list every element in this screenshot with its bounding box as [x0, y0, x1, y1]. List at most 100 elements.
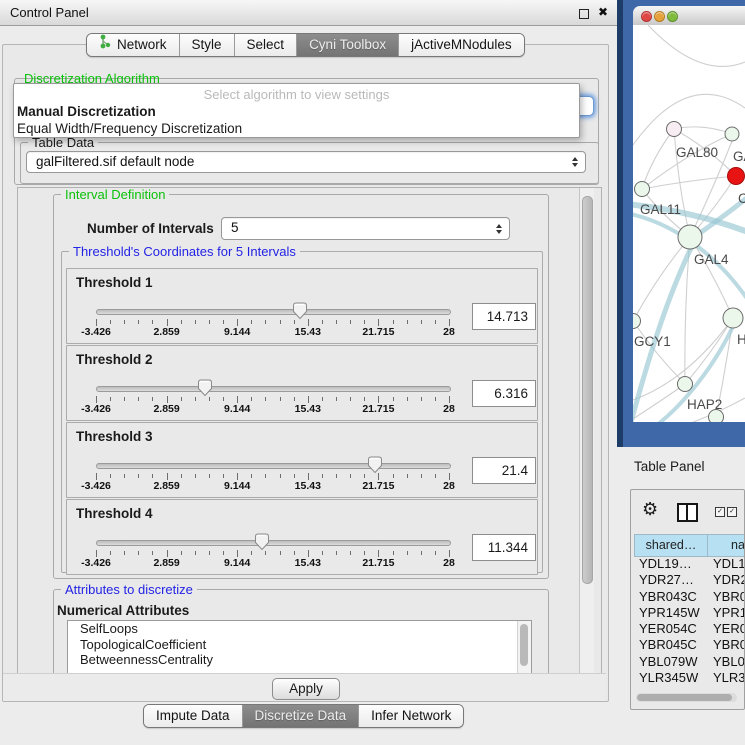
node-label: GAL11: [640, 202, 681, 217]
node-label: C: [738, 191, 745, 206]
slider-tick: [124, 551, 125, 555]
slider-tick: [378, 319, 379, 326]
slider-tick: [209, 551, 210, 555]
threshold-value-field[interactable]: 6.316: [472, 380, 536, 407]
slider-tick: [209, 320, 210, 324]
minimize-light[interactable]: [654, 11, 665, 22]
table-row[interactable]: YBL079WYBL0: [634, 654, 745, 670]
table-row[interactable]: YDL19…YDL1: [634, 556, 745, 572]
slider-tick: [322, 551, 323, 555]
slider-track[interactable]: [96, 540, 451, 546]
table-row[interactable]: YPR145WYPR1: [634, 605, 745, 621]
columns-icon[interactable]: [677, 503, 698, 522]
table-row[interactable]: YIL052CYIL0: [634, 686, 745, 689]
slider-tick-label: 15.43: [295, 326, 321, 338]
table-row[interactable]: YLR345WYLR3: [634, 670, 745, 686]
node-gal80[interactable]: [667, 122, 682, 137]
slider-tick: [110, 551, 111, 555]
node-hap2[interactable]: [678, 377, 693, 392]
slider-tick: [237, 396, 238, 403]
attribute-item[interactable]: BetweennessCentrality: [68, 652, 531, 668]
slider-tick: [364, 320, 365, 324]
slider-tick-label: 21.715: [362, 326, 394, 338]
slider-tick: [251, 474, 252, 478]
attribute-item[interactable]: SelfLoops: [68, 621, 531, 637]
number-of-intervals-combo[interactable]: 5: [221, 217, 510, 240]
slider-tick: [167, 550, 168, 557]
slider-tick: [181, 474, 182, 478]
float-window-icon[interactable]: [579, 9, 589, 19]
slider-handle[interactable]: [197, 379, 213, 400]
algorithm-option-2[interactable]: Equal Width/Frequency Discretization: [17, 120, 242, 137]
settings-vertical-scrollbar[interactable]: [579, 188, 594, 674]
select-columns-checkboxes-icon[interactable]: ✓✓: [715, 507, 737, 517]
slider-tick: [421, 551, 422, 555]
slider-tick: [96, 550, 97, 557]
slider-tick: [223, 551, 224, 555]
control-panel: Control Panel ✖ NetworkStyleSelectCyni T…: [0, 0, 617, 745]
slider-tick-label: 21.715: [362, 480, 394, 492]
tab-jactivemnodules[interactable]: jActiveMNodules: [398, 34, 524, 56]
close-icon[interactable]: ✖: [598, 4, 608, 21]
algorithm-option-1[interactable]: Manual Discretization: [17, 103, 156, 120]
numerical-attributes-list[interactable]: SelfLoopsTopologicalCoefficientBetweenne…: [67, 620, 532, 675]
tab-impute-data[interactable]: Impute Data: [144, 705, 242, 727]
slider-tick-label: 21.715: [362, 557, 394, 569]
attributes-list-scrollbar[interactable]: [517, 621, 531, 675]
table-data-combo[interactable]: galFiltered.sif default node: [26, 151, 586, 173]
table-row[interactable]: YBR045CYBR0: [634, 637, 745, 653]
splitter-edge[interactable]: [617, 0, 623, 447]
slider-handle[interactable]: [367, 456, 383, 477]
tab-style[interactable]: Style: [179, 34, 234, 56]
network-edge: [642, 129, 674, 189]
slider-tick: [265, 474, 266, 478]
slider-tick: [322, 320, 323, 324]
column-header-shared-name[interactable]: shared…: [634, 534, 708, 557]
tab-select[interactable]: Select: [234, 34, 297, 56]
slider-handle[interactable]: [292, 302, 308, 323]
thresholds-group-title: Threshold's Coordinates for 5 Intervals: [69, 244, 300, 259]
threshold-value-field[interactable]: 21.4: [472, 457, 536, 484]
number-of-intervals-value: 5: [231, 220, 239, 235]
table-row[interactable]: YBR043CYBR0: [634, 589, 745, 605]
table-row[interactable]: YER054CYER0: [634, 621, 745, 637]
apply-button[interactable]: Apply: [272, 678, 340, 700]
zoom-light[interactable]: [667, 11, 678, 22]
slider-tick: [138, 551, 139, 555]
node-gcy1[interactable]: [633, 314, 641, 329]
node-gal4[interactable]: [678, 225, 702, 249]
threshold-value-field[interactable]: 11.344: [472, 534, 536, 561]
slider-tick: [237, 319, 238, 326]
attribute-item[interactable]: TopologicalCoefficient: [68, 637, 531, 653]
number-of-intervals-label: Number of Intervals: [87, 221, 214, 236]
threshold-label: Threshold 4: [76, 506, 153, 521]
slider-tick: [138, 320, 139, 324]
cell-shared-name: YER054C: [639, 621, 697, 637]
slider-tick: [251, 397, 252, 401]
top-tab-strip: NetworkStyleSelectCyni ToolboxjActiveMNo…: [86, 33, 525, 57]
node-red-selected[interactable]: [728, 168, 745, 185]
column-header-name[interactable]: na: [707, 534, 745, 557]
gear-icon[interactable]: ⚙: [642, 499, 658, 520]
tab-infer-network[interactable]: Infer Network: [358, 705, 463, 727]
node-h[interactable]: [723, 308, 743, 328]
tab-network[interactable]: Network: [87, 34, 179, 56]
slider-track[interactable]: [96, 309, 451, 315]
node-top-right[interactable]: [725, 127, 739, 141]
table-horizontal-scrollbar[interactable]: [636, 693, 737, 702]
slider-tick: [110, 397, 111, 401]
network-canvas[interactable]: GAL80GACGAL11GAL4GCY1HHAP2: [633, 25, 745, 422]
close-light[interactable]: [641, 11, 652, 22]
threshold-value-field[interactable]: 14.713: [472, 303, 536, 330]
threshold-label: Threshold 2: [76, 352, 153, 367]
slider-tick: [251, 551, 252, 555]
tab-discretize-data[interactable]: Discretize Data: [242, 705, 359, 727]
slider-tick: [280, 551, 281, 555]
tab-cyni-toolbox[interactable]: Cyni Toolbox: [296, 34, 398, 56]
slider-track[interactable]: [96, 386, 451, 392]
control-panel-titlebar: Control Panel ✖: [0, 0, 617, 26]
node-gal11[interactable]: [635, 182, 650, 197]
slider-handle[interactable]: [254, 533, 270, 554]
table-row[interactable]: YDR27…YDR2: [634, 572, 745, 588]
slider-track[interactable]: [96, 463, 451, 469]
